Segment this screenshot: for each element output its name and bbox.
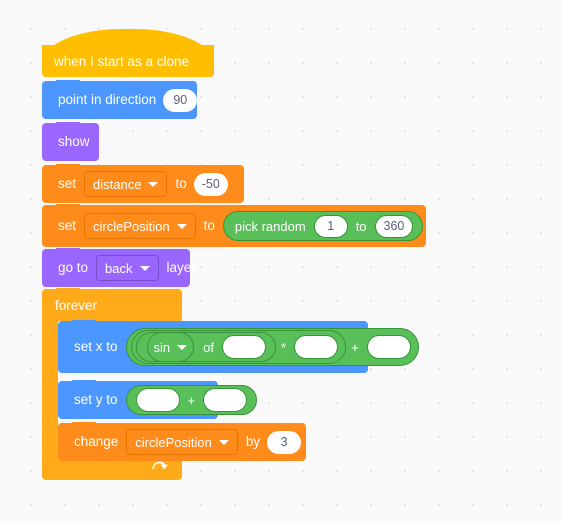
layer-dropdown-value: back [105, 260, 133, 276]
change-label: change [74, 434, 119, 450]
variable-dropdown-distance-value: distance [93, 176, 142, 192]
add-right-operand-input-x[interactable] [366, 335, 411, 359]
variable-dropdown-change-circle-position-value: circlePosition [135, 434, 212, 450]
block-change-circle-position[interactable]: change circlePosition by 3 [58, 422, 306, 461]
direction-input[interactable]: 90 [163, 88, 198, 112]
operator-multiply-x[interactable]: sin of * [130, 330, 347, 364]
set-label-2: set [58, 218, 77, 234]
change-amount-input[interactable]: 3 [267, 430, 302, 454]
block-go-to-layer[interactable]: go to back layer [42, 248, 196, 287]
block-pick-random[interactable]: pick random 1 to 360 [222, 211, 424, 241]
scratch-workspace[interactable]: when I start as a clone point in directi… [0, 0, 562, 521]
block-set-y-to[interactable]: set y to + [58, 380, 258, 419]
block-set-distance[interactable]: set distance to -50 [42, 164, 244, 203]
set-label: set [58, 176, 77, 192]
operator-add-x[interactable]: sin of * + [125, 328, 419, 366]
chevron-down-icon [177, 344, 188, 350]
to-label: to [175, 176, 187, 192]
pick-random-label: pick random [234, 218, 306, 234]
show-label: show [58, 134, 90, 150]
chevron-down-icon [176, 223, 187, 229]
math-function-dropdown-value: sin [153, 339, 171, 355]
variable-dropdown-circle-position-value: circlePosition [93, 218, 170, 234]
math-function-of-label: of [203, 339, 214, 355]
block-set-circle-position[interactable]: set circlePosition to pick random 1 to 3… [42, 204, 426, 247]
pick-random-to-label: to [355, 218, 367, 234]
hat-label: when I start as a clone [54, 53, 190, 69]
block-when-i-start-as-a-clone[interactable]: when I start as a clone [42, 29, 214, 77]
by-label: by [245, 434, 261, 450]
multiply-right-operand-input[interactable] [294, 335, 339, 359]
variable-dropdown-change-circle-position[interactable]: circlePosition [126, 429, 238, 455]
pick-random-from-input[interactable]: 1 [313, 214, 348, 238]
variable-dropdown-circle-position[interactable]: circlePosition [84, 213, 196, 239]
layer-label: layer [166, 260, 196, 276]
distance-value-input[interactable]: -50 [193, 172, 228, 196]
forever-header[interactable]: forever [42, 288, 182, 321]
chevron-down-icon [148, 181, 159, 187]
chevron-down-icon [218, 439, 229, 445]
operator-math-function-sin[interactable]: sin of [135, 332, 276, 362]
block-set-x-to[interactable]: set x to sin of * + [58, 320, 419, 373]
multiply-symbol: * [281, 339, 287, 355]
chevron-down-icon [139, 265, 150, 271]
point-in-direction-label: point in direction [58, 92, 157, 108]
add-symbol-y: + [187, 392, 196, 408]
add-right-operand-input-y[interactable] [203, 388, 248, 412]
pick-random-to-input[interactable]: 360 [374, 214, 414, 238]
block-point-in-direction[interactable]: point in direction 90 [42, 80, 198, 119]
math-function-dropdown[interactable]: sin [146, 332, 195, 362]
add-left-operand-input-y[interactable] [135, 388, 180, 412]
math-function-operand-input[interactable] [222, 335, 266, 359]
layer-dropdown[interactable]: back [96, 255, 159, 281]
go-to-label: go to [58, 260, 89, 276]
operator-add-y[interactable]: + [125, 385, 258, 415]
set-y-to-label: set y to [74, 392, 118, 408]
forever-left-arm [42, 321, 58, 454]
set-x-to-label: set x to [74, 339, 118, 355]
variable-dropdown-distance[interactable]: distance [84, 171, 168, 197]
forever-label: forever [55, 297, 98, 313]
add-symbol-x: + [351, 339, 359, 355]
to-label-2: to [203, 218, 215, 234]
block-show[interactable]: show [42, 122, 99, 161]
